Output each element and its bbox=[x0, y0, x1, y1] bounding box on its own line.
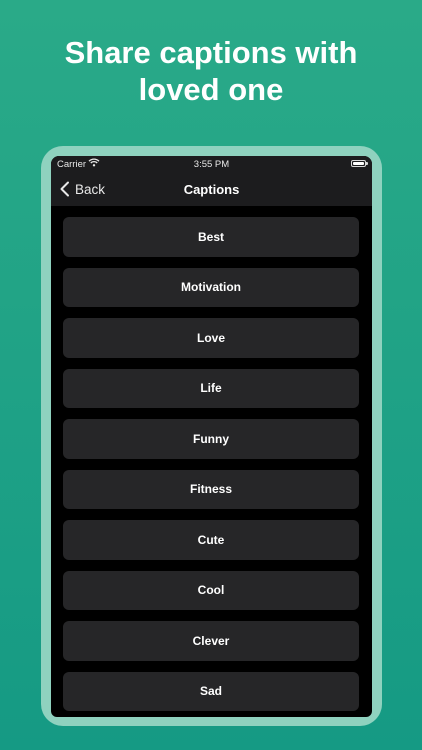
battery-icon bbox=[351, 160, 368, 167]
status-time: 3:55 PM bbox=[193, 159, 230, 170]
caption-category-list: Best Motivation Love Life Funny Fitness … bbox=[63, 217, 359, 711]
caption-item-motivation[interactable]: Motivation bbox=[63, 267, 359, 307]
device-frame: Carrier 3:55 PM Back Captions Best Motiv… bbox=[41, 146, 382, 726]
status-bar: Carrier 3:55 PM bbox=[51, 156, 372, 172]
app-screen: Carrier 3:55 PM Back Captions Best Motiv… bbox=[51, 156, 372, 717]
navigation-bar: Back Captions bbox=[51, 172, 372, 206]
headline-line-2: loved one bbox=[138, 72, 284, 107]
caption-item-fitness[interactable]: Fitness bbox=[63, 469, 359, 509]
promo-headline: Share captions with loved one bbox=[0, 34, 422, 108]
page-title: Captions bbox=[183, 182, 240, 197]
caption-item-clever[interactable]: Clever bbox=[63, 621, 359, 661]
caption-item-life[interactable]: Life bbox=[63, 368, 359, 408]
caption-item-funny[interactable]: Funny bbox=[63, 419, 359, 459]
caption-item-cool[interactable]: Cool bbox=[63, 570, 359, 610]
caption-item-best[interactable]: Best bbox=[63, 217, 359, 257]
caption-item-sad[interactable]: Sad bbox=[63, 671, 359, 711]
caption-item-cute[interactable]: Cute bbox=[63, 520, 359, 560]
headline-line-1: Share captions with bbox=[64, 35, 358, 70]
caption-item-love[interactable]: Love bbox=[63, 318, 359, 358]
